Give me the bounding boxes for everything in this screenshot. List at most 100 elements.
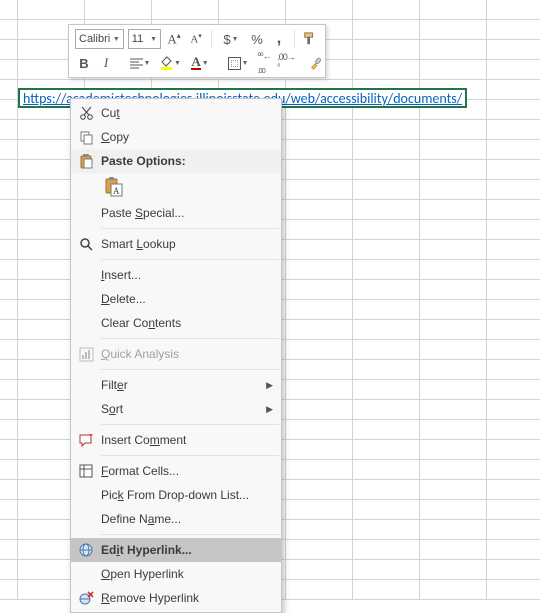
currency-format-button[interactable]: $ ▼ — [218, 29, 244, 49]
submenu-arrow-icon: ▶ — [266, 404, 273, 415]
dollar-icon: $ — [223, 32, 230, 47]
align-icon — [130, 58, 143, 69]
comma-icon: , — [277, 34, 281, 44]
fill-color-button[interactable]: ▼ — [157, 53, 183, 73]
font-color-button[interactable]: A ▼ — [187, 53, 213, 73]
chevron-down-icon: ▼ — [174, 60, 181, 67]
borders-button[interactable]: ▼ — [225, 53, 251, 73]
chevron-down-icon: ▼ — [232, 36, 239, 43]
menu-label: Paste Special... — [101, 206, 273, 220]
menu-label: Clear Contents — [101, 316, 273, 330]
mini-toolbar: Calibri ▼ 11 ▼ A▴ A▾ $ ▼ % , B — [68, 24, 326, 78]
menu-label: Smart Lookup — [101, 237, 273, 251]
paste-icon: A — [104, 177, 124, 197]
scissors-icon — [79, 106, 94, 121]
increase-decimal-icon: ⁰⁰←.00 — [257, 51, 270, 75]
decrease-font-icon: A▾ — [190, 32, 201, 46]
brush-icon — [309, 55, 323, 71]
menu-insert-comment[interactable]: Insert Comment — [71, 428, 281, 452]
font-name-combo[interactable]: Calibri ▼ — [75, 29, 124, 49]
decrease-font-button[interactable]: A▾ — [187, 29, 205, 49]
menu-smart-lookup[interactable]: Smart Lookup — [71, 232, 281, 256]
menu-cut[interactable]: Cut — [71, 101, 281, 125]
decrease-decimal-button[interactable]: .00→⁰ — [277, 53, 295, 73]
quick-analysis-icon — [79, 347, 94, 362]
menu-label: Remove Hyperlink — [101, 591, 273, 605]
menu-label: Quick Analysis — [101, 347, 273, 361]
italic-button[interactable]: I — [97, 53, 115, 73]
submenu-arrow-icon: ▶ — [266, 380, 273, 391]
menu-insert[interactable]: Insert... — [71, 263, 281, 287]
menu-copy[interactable]: Copy — [71, 125, 281, 149]
search-icon — [79, 237, 94, 252]
menu-edit-hyperlink[interactable]: Edit Hyperlink... — [71, 538, 281, 562]
menu-label: Copy — [101, 130, 273, 144]
align-button[interactable]: ▼ — [127, 53, 153, 73]
menu-remove-hyperlink[interactable]: Remove Hyperlink — [71, 586, 281, 610]
bold-button[interactable]: B — [75, 53, 93, 73]
separator — [211, 30, 212, 48]
paste-options-row: A — [71, 173, 281, 201]
menu-separator — [101, 228, 279, 229]
font-color-icon: A — [191, 56, 200, 70]
svg-text:A: A — [113, 186, 120, 196]
percent-icon: % — [251, 32, 263, 47]
separator — [294, 30, 295, 48]
copy-icon — [79, 130, 94, 145]
menu-filter[interactable]: Filter ▶ — [71, 373, 281, 397]
menu-label: Sort — [101, 402, 266, 416]
menu-label: Insert... — [101, 268, 273, 282]
menu-open-hyperlink[interactable]: Open Hyperlink — [71, 562, 281, 586]
format-painter2-button[interactable] — [307, 53, 325, 73]
italic-icon: I — [104, 55, 108, 71]
menu-separator — [101, 259, 279, 260]
bold-icon: B — [79, 56, 88, 71]
percent-format-button[interactable]: % — [248, 29, 266, 49]
chevron-down-icon: ▼ — [150, 36, 157, 43]
remove-hyperlink-icon — [78, 590, 94, 606]
menu-label: Edit Hyperlink... — [101, 543, 273, 557]
menu-label: Delete... — [101, 292, 273, 306]
paste-default-button[interactable]: A — [101, 174, 127, 200]
menu-define-name[interactable]: Define Name... — [71, 507, 281, 531]
menu-label: Open Hyperlink — [101, 567, 273, 581]
paint-bucket-icon — [159, 56, 173, 70]
menu-separator — [101, 424, 279, 425]
menu-paste-special[interactable]: Paste Special... — [71, 201, 281, 225]
menu-quick-analysis: Quick Analysis — [71, 342, 281, 366]
comment-icon — [79, 433, 94, 448]
menu-separator — [101, 534, 279, 535]
menu-sort[interactable]: Sort ▶ — [71, 397, 281, 421]
menu-separator — [101, 455, 279, 456]
menu-clear-contents[interactable]: Clear Contents — [71, 311, 281, 335]
font-name-value: Calibri — [79, 33, 110, 45]
menu-label: Insert Comment — [101, 433, 273, 447]
menu-pick-from-list[interactable]: Pick From Drop-down List... — [71, 483, 281, 507]
hyperlink-icon — [78, 542, 94, 558]
chevron-down-icon: ▼ — [242, 60, 249, 67]
comma-format-button[interactable]: , — [270, 29, 288, 49]
menu-label: Pick From Drop-down List... — [101, 488, 273, 502]
menu-label: Cut — [101, 106, 273, 120]
menu-label: Format Cells... — [101, 464, 273, 478]
context-menu: Cut Copy Paste Options: A Paste Special.… — [70, 98, 282, 613]
chevron-down-icon: ▼ — [202, 60, 209, 67]
format-cells-icon — [79, 464, 94, 479]
clipboard-icon — [79, 154, 94, 169]
format-painter-icon — [303, 32, 317, 46]
menu-label: Define Name... — [101, 512, 273, 526]
chevron-down-icon: ▼ — [113, 36, 120, 43]
font-size-combo[interactable]: 11 ▼ — [128, 29, 161, 49]
increase-font-icon: A▴ — [167, 31, 180, 47]
menu-separator — [101, 369, 279, 370]
menu-format-cells[interactable]: Format Cells... — [71, 459, 281, 483]
increase-decimal-button[interactable]: ⁰⁰←.00 — [255, 53, 273, 73]
increase-font-button[interactable]: A▴ — [165, 29, 183, 49]
font-size-value: 11 — [132, 33, 143, 45]
menu-label: Filter — [101, 378, 266, 392]
menu-delete[interactable]: Delete... — [71, 287, 281, 311]
menu-label: Paste Options: — [101, 154, 273, 168]
format-painter-button[interactable] — [301, 29, 319, 49]
chevron-down-icon: ▼ — [144, 60, 151, 67]
decrease-decimal-icon: .00→⁰ — [277, 52, 295, 75]
